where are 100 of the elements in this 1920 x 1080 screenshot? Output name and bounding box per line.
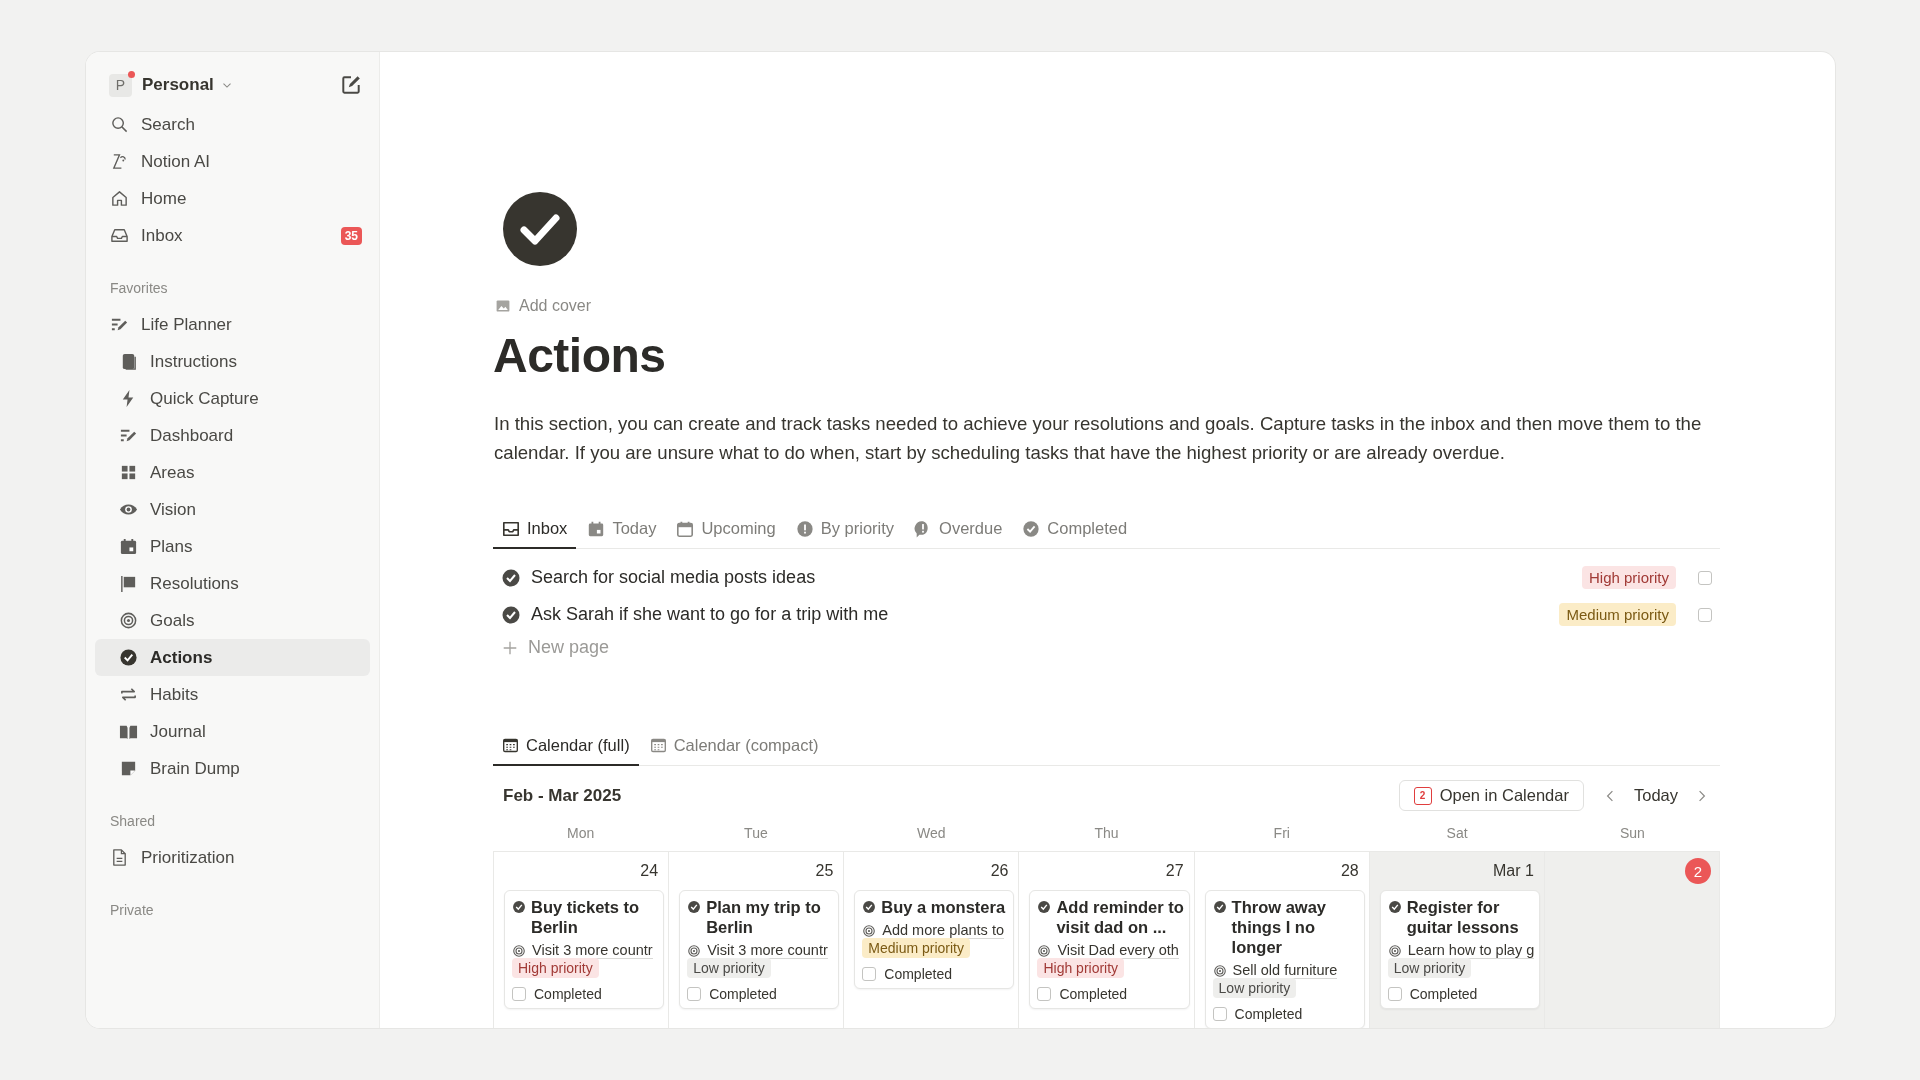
- checkbox-label: Completed: [1409, 986, 1478, 1002]
- check-circle-icon: [512, 900, 526, 914]
- sidebar-item[interactable]: Notion AI: [95, 143, 370, 180]
- event-title: Add reminder to visit dad on ...: [1056, 897, 1185, 937]
- image-icon: [495, 298, 511, 314]
- document-icon: [110, 848, 129, 867]
- event-card[interactable]: Register for guitar lessons Learn how to play g Low priority Completed: [1379, 890, 1540, 1009]
- note-icon: [119, 759, 138, 778]
- weekday-label: Mon: [566, 825, 596, 841]
- sidebar-item[interactable]: Habits: [95, 676, 370, 713]
- checkbox-label: Completed: [534, 986, 602, 1002]
- checkbox-label: Completed: [884, 966, 952, 982]
- day-number: 28: [1340, 862, 1359, 880]
- view-tab[interactable]: By priority: [786, 519, 904, 549]
- grid-icon: [119, 463, 138, 482]
- calendar-icon: [119, 537, 138, 556]
- sidebar-item[interactable]: Resolutions: [95, 565, 370, 602]
- checkbox[interactable]: [1037, 987, 1052, 1001]
- today-button[interactable]: Today: [1627, 786, 1684, 805]
- open-in-calendar-button[interactable]: 2 Open in Calendar: [1398, 780, 1584, 811]
- checkbox[interactable]: [1387, 987, 1402, 1001]
- event-title: Buy a monstera: [881, 897, 1006, 917]
- checkbox[interactable]: [1212, 1007, 1227, 1021]
- checkbox-label: Completed: [709, 986, 777, 1002]
- section-heading: Private: [109, 902, 155, 918]
- view-tab[interactable]: Upcoming: [667, 519, 785, 549]
- sidebar-item[interactable]: Brain Dump: [95, 750, 370, 787]
- weekday-label: Thu: [1093, 825, 1120, 841]
- sidebar-item[interactable]: Home: [95, 180, 370, 217]
- view-tab[interactable]: Inbox: [493, 519, 577, 549]
- event-card[interactable]: Buy a monstera Add more plants to Medium priority Completed: [854, 890, 1015, 989]
- sidebar-item[interactable]: Search: [95, 106, 370, 143]
- calendar-icon: [676, 519, 695, 538]
- priority-tag: Medium priority: [1559, 603, 1676, 626]
- sidebar-item[interactable]: Plans: [95, 528, 370, 565]
- calendar-icon: [502, 737, 519, 754]
- view-tab[interactable]: Calendar (full): [493, 736, 639, 766]
- task-title[interactable]: Search for social media posts ideas: [531, 567, 816, 588]
- workspace-name[interactable]: Personal: [142, 75, 214, 95]
- new-page-icon: [340, 74, 362, 96]
- check-circle-icon: [1022, 519, 1041, 538]
- checkbox-label: Completed: [1059, 986, 1128, 1002]
- sidebar-item[interactable]: Goals: [95, 602, 370, 639]
- day-number: 27: [1165, 862, 1184, 880]
- workspace-avatar[interactable]: P: [109, 73, 132, 97]
- sidebar-item[interactable]: Actions: [95, 639, 370, 676]
- weekday-label: Sat: [1445, 825, 1469, 841]
- flag-icon: [119, 574, 138, 593]
- target-icon: [512, 943, 526, 958]
- sidebar-item[interactable]: Vision: [95, 491, 370, 528]
- check-circle-icon: [687, 900, 702, 914]
- inbox-icon: [110, 226, 129, 245]
- view-tab[interactable]: Today: [578, 519, 666, 549]
- home-icon: [110, 189, 129, 208]
- weekday-label: Tue: [743, 825, 769, 841]
- event-title: Register for guitar lessons: [1406, 897, 1520, 937]
- event-card[interactable]: Throw away things I no longer Sell old furniture Low priority Completed: [1204, 890, 1365, 1028]
- checkbox[interactable]: [687, 987, 702, 1001]
- sidebar-item[interactable]: Areas: [95, 454, 370, 491]
- event-card[interactable]: Buy tickets to Berlin Visit 3 more countr High priority Completed: [504, 890, 665, 1009]
- search-icon: [110, 115, 129, 134]
- view-tab[interactable]: Calendar (compact): [640, 736, 828, 766]
- sidebar-item[interactable]: Inbox 35: [95, 217, 370, 254]
- priority-tag: Low priority: [687, 958, 771, 978]
- sidebar-item[interactable]: Quick Capture: [95, 380, 370, 417]
- day-number: 26: [990, 862, 1009, 880]
- check-circle-icon: [862, 900, 877, 914]
- event-card[interactable]: Plan my trip to Berlin Visit 3 more countr Low priority Completed: [679, 890, 840, 1009]
- check-circle-icon: [1387, 900, 1402, 914]
- view-tab[interactable]: Completed: [1013, 519, 1137, 549]
- check-circle-icon: [1212, 900, 1227, 914]
- target-icon: [1037, 943, 1052, 958]
- priority-tag: Low priority: [1387, 958, 1472, 978]
- sidebar-item[interactable]: Journal: [95, 713, 370, 750]
- exclamation-icon: [795, 519, 814, 538]
- day-number: 24: [640, 862, 659, 880]
- checkbox[interactable]: [512, 987, 526, 1001]
- checkbox[interactable]: [1698, 570, 1712, 585]
- sidebar-item[interactable]: Dashboard: [95, 417, 370, 454]
- event-card[interactable]: Add reminder to visit dad on ... Visit Dad every oth High priority Completed: [1029, 890, 1190, 1009]
- sidebar-item[interactable]: Instructions: [95, 343, 370, 380]
- priority-tag: High priority: [1037, 958, 1125, 978]
- checkbox[interactable]: [862, 967, 877, 981]
- check-circle-icon: [501, 567, 521, 588]
- add-cover-button[interactable]: Add cover: [493, 294, 594, 318]
- task-title[interactable]: Ask Sarah if she want to go for a trip with me: [531, 604, 889, 625]
- priority-tag: Low priority: [1212, 978, 1297, 998]
- sidebar-item[interactable]: Prioritization: [95, 839, 370, 876]
- section-heading: Favorites: [109, 280, 169, 296]
- priority-tag: High priority: [1581, 566, 1676, 589]
- event-title: Throw away things I no longer: [1231, 897, 1327, 957]
- view-tab[interactable]: Overdue: [905, 519, 1012, 549]
- page-title: Actions: [493, 328, 667, 383]
- page-description: In this section, you can create and track tasks needed to achieve your resolutions and goals. Capture tasks in the inbox and then move them to the calendar. If you are unsure what to do when, start by scheduling tasks that have the highest priority or are already overdue.: [494, 412, 1703, 465]
- sidebar-item[interactable]: Life Planner: [95, 306, 370, 343]
- day-number: 25: [815, 862, 834, 880]
- date-range: Feb - Mar 2025: [503, 785, 622, 806]
- day-number: Mar 1: [1492, 862, 1534, 880]
- checkbox[interactable]: [1698, 607, 1712, 622]
- priority-tag: High priority: [512, 958, 599, 978]
